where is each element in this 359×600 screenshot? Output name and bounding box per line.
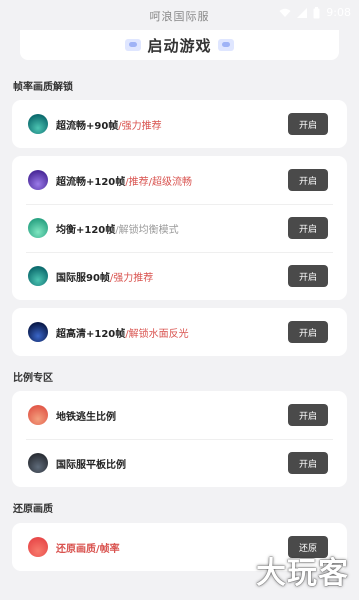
enable-button[interactable]: 开启: [288, 404, 328, 426]
option-subtitle: /推荐/超级流畅: [125, 176, 193, 188]
section-title-fps: 帧率画质解锁: [13, 82, 73, 93]
option-icon: [28, 266, 48, 286]
option-row: 均衡+120帧/解锁均衡模式 开启: [12, 204, 347, 252]
battery-icon: [313, 6, 320, 18]
watermark: 大玩客: [256, 556, 349, 591]
option-row: 超高清+120帧/解锁水面反光 开启: [12, 308, 347, 356]
option-label: 国际服平板比例: [56, 456, 288, 471]
option-title: 国际服平板比例: [56, 459, 126, 471]
option-label: 还原画质/帧率: [56, 540, 288, 555]
fps-card-2: 超流畅+120帧/推荐/超级流畅 开启 均衡+120帧/解锁均衡模式 开启 国际服90帧…: [12, 156, 347, 300]
fps-card-3: 超高清+120帧/解锁水面反光 开启: [12, 308, 347, 356]
status-bar: 呵浪国际服 9:08: [0, 0, 359, 30]
section-title-ratio: 比例专区: [13, 373, 53, 384]
fps-card-1: 超流畅+90帧/强力推荐 开启: [12, 100, 347, 148]
status-icons: 9:08: [279, 6, 351, 19]
clock: 9:08: [326, 6, 351, 19]
enable-button[interactable]: 开启: [288, 169, 328, 191]
option-title: 还原画质/帧率: [56, 543, 120, 555]
option-icon: [28, 405, 48, 425]
option-icon: [28, 537, 48, 557]
option-row: 地铁逃生比例 开启: [12, 391, 347, 439]
option-subtitle: /解锁均衡模式: [115, 224, 179, 236]
option-icon: [28, 453, 48, 473]
enable-button[interactable]: 开启: [288, 265, 328, 287]
option-label: 超流畅+120帧/推荐/超级流畅: [56, 173, 288, 188]
option-label: 国际服90帧/强力推荐: [56, 269, 288, 284]
option-subtitle: /强力推荐: [109, 272, 154, 284]
option-title: 国际服90帧: [56, 272, 110, 284]
enable-button[interactable]: 开启: [288, 113, 328, 135]
option-icon: [28, 114, 48, 134]
launch-game-label: 启动游戏: [147, 36, 212, 55]
option-label: 地铁逃生比例: [56, 408, 288, 423]
option-row: 国际服90帧/强力推荐 开启: [12, 252, 347, 300]
option-title: 超高清+120帧: [56, 328, 126, 340]
option-subtitle: /解锁水面反光: [125, 328, 189, 340]
option-icon: [28, 218, 48, 238]
option-row: 国际服平板比例 开启: [12, 439, 347, 487]
signal-icon: [297, 7, 308, 18]
option-title: 超流畅+120帧: [56, 176, 126, 188]
option-title: 超流畅+90帧: [56, 120, 119, 132]
controller-icon: [217, 39, 234, 51]
option-icon: [28, 170, 48, 190]
option-label: 超高清+120帧/解锁水面反光: [56, 325, 288, 340]
wifi-icon: [279, 8, 291, 17]
launch-game-button[interactable]: 启动游戏: [20, 30, 339, 60]
ratio-card: 地铁逃生比例 开启 国际服平板比例 开启: [12, 391, 347, 487]
option-icon: [28, 322, 48, 342]
option-row: 超流畅+90帧/强力推荐 开启: [12, 100, 347, 148]
controller-icon: [125, 39, 142, 51]
option-label: 均衡+120帧/解锁均衡模式: [56, 221, 288, 236]
option-title: 均衡+120帧: [56, 224, 116, 236]
enable-button[interactable]: 开启: [288, 321, 328, 343]
option-subtitle: /强力推荐: [118, 120, 162, 132]
option-title: 地铁逃生比例: [56, 411, 116, 423]
enable-button[interactable]: 开启: [288, 217, 328, 239]
section-title-restore: 还原画质: [13, 504, 53, 515]
option-label: 超流畅+90帧/强力推荐: [56, 117, 288, 132]
option-row: 超流畅+120帧/推荐/超级流畅 开启: [12, 156, 347, 204]
enable-button[interactable]: 开启: [288, 452, 328, 474]
